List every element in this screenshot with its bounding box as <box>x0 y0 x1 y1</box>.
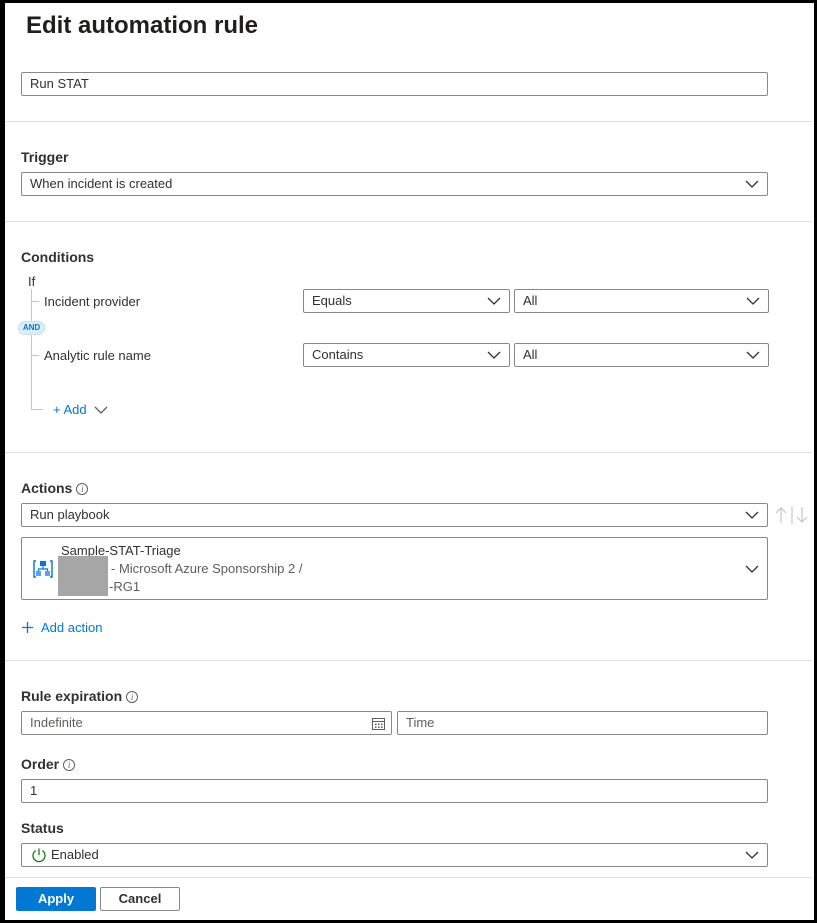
condition-operator-dropdown[interactable]: Equals <box>303 289 510 313</box>
condition-operator-value: Contains <box>312 347 364 362</box>
condition-operator-dropdown[interactable]: Contains <box>303 343 510 367</box>
actions-label: Actions i <box>21 480 89 496</box>
reorder-arrows-icon[interactable] <box>775 505 811 525</box>
rule-expiration-label-text: Rule expiration <box>21 688 123 704</box>
chevron-down-icon <box>487 351 501 359</box>
info-icon[interactable]: i <box>76 483 89 495</box>
add-action-label: Add action <box>41 620 103 635</box>
expiration-date-picker[interactable]: Indefinite <box>21 711 392 735</box>
playbook-subscription: - Microsoft Azure Sponsorship 2 / <box>111 561 303 576</box>
divider <box>5 221 812 222</box>
page-title: Edit automation rule <box>26 12 259 39</box>
chevron-down-icon <box>745 180 759 188</box>
playbook-selector[interactable]: Sample-STAT-Triage - Microsoft Azure Spo… <box>21 537 768 600</box>
if-label: If <box>28 274 36 289</box>
rule-expiration-label: Rule expiration i <box>21 688 139 704</box>
condition-property: Incident provider <box>44 294 141 309</box>
chevron-down-icon <box>487 297 501 305</box>
footer-divider <box>5 877 812 878</box>
condition-value-dropdown[interactable]: All <box>514 343 769 367</box>
chevron-down-icon <box>94 406 108 414</box>
expiration-time-input[interactable]: Time <box>397 711 768 735</box>
cancel-button[interactable]: Cancel <box>100 887 180 911</box>
condition-value: All <box>523 347 538 362</box>
trigger-dropdown[interactable]: When incident is created <box>21 172 768 196</box>
tree-line <box>31 289 32 410</box>
add-action-button[interactable]: Add action <box>21 620 102 635</box>
condition-value-dropdown[interactable]: All <box>514 289 769 313</box>
plus-icon <box>22 622 33 633</box>
action-type-value: Run playbook <box>30 507 110 522</box>
tree-line <box>31 301 39 302</box>
order-label-text: Order <box>21 756 60 772</box>
logic-app-icon <box>33 560 53 578</box>
info-icon[interactable]: i <box>126 691 139 703</box>
action-type-dropdown[interactable]: Run playbook <box>21 503 768 527</box>
apply-button[interactable]: Apply <box>16 887 96 911</box>
condition-property: Analytic rule name <box>44 348 151 363</box>
chevron-down-icon <box>745 851 759 859</box>
chevron-down-icon <box>745 565 759 573</box>
and-badge: AND <box>18 321 45 335</box>
status-label: Status <box>21 820 64 836</box>
status-dropdown[interactable]: Enabled <box>21 843 768 867</box>
order-input[interactable]: 1 <box>21 779 768 803</box>
trigger-value: When incident is created <box>30 176 173 191</box>
redacted-block <box>58 556 108 596</box>
chevron-down-icon <box>746 351 760 359</box>
conditions-label: Conditions <box>21 249 95 265</box>
order-label: Order i <box>21 756 76 772</box>
playbook-resource-group: -RG1 <box>109 579 141 594</box>
actions-label-text: Actions <box>21 480 73 496</box>
condition-operator-value: Equals <box>312 293 352 308</box>
tree-line <box>31 355 39 356</box>
info-icon[interactable]: i <box>63 759 76 771</box>
rule-name-input[interactable]: Run STAT <box>21 72 768 96</box>
divider <box>5 452 812 453</box>
power-icon <box>32 848 46 863</box>
status-value: Enabled <box>51 847 99 862</box>
trigger-label: Trigger <box>21 149 69 165</box>
add-condition-button[interactable]: + Add <box>53 402 108 417</box>
expiration-date-placeholder: Indefinite <box>30 715 83 730</box>
tree-line <box>31 409 43 410</box>
divider <box>5 121 812 122</box>
condition-value: All <box>523 293 538 308</box>
chevron-down-icon <box>746 297 760 305</box>
chevron-down-icon <box>745 511 759 519</box>
add-condition-label: + Add <box>53 402 87 417</box>
divider <box>5 660 812 661</box>
calendar-icon[interactable] <box>372 717 385 730</box>
